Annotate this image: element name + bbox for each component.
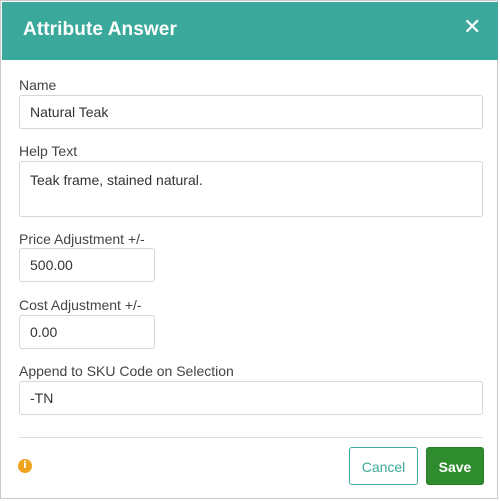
attribute-answer-dialog: Attribute Answer ✕ Name Help Text Teak f… <box>0 0 498 499</box>
help-text-label: Help Text <box>19 143 78 159</box>
info-icon[interactable]: i <box>18 459 32 473</box>
save-button[interactable]: Save <box>426 447 484 485</box>
sku-append-label: Append to SKU Code on Selection <box>19 363 234 379</box>
cost-adjustment-input[interactable] <box>19 315 155 349</box>
help-text-input[interactable]: Teak frame, stained natural. <box>19 161 483 217</box>
cost-adjustment-label: Cost Adjustment +/- <box>19 297 142 313</box>
footer-divider <box>19 437 483 438</box>
dialog-title: Attribute Answer <box>23 19 177 40</box>
name-input[interactable] <box>19 95 483 129</box>
price-adjustment-input[interactable] <box>19 248 155 282</box>
sku-append-input[interactable] <box>19 381 483 415</box>
cancel-button[interactable]: Cancel <box>349 447 418 485</box>
close-icon[interactable]: ✕ <box>463 16 481 38</box>
price-adjustment-label: Price Adjustment +/- <box>19 231 145 247</box>
dialog-header: Attribute Answer ✕ <box>2 2 498 60</box>
name-label: Name <box>19 77 57 93</box>
